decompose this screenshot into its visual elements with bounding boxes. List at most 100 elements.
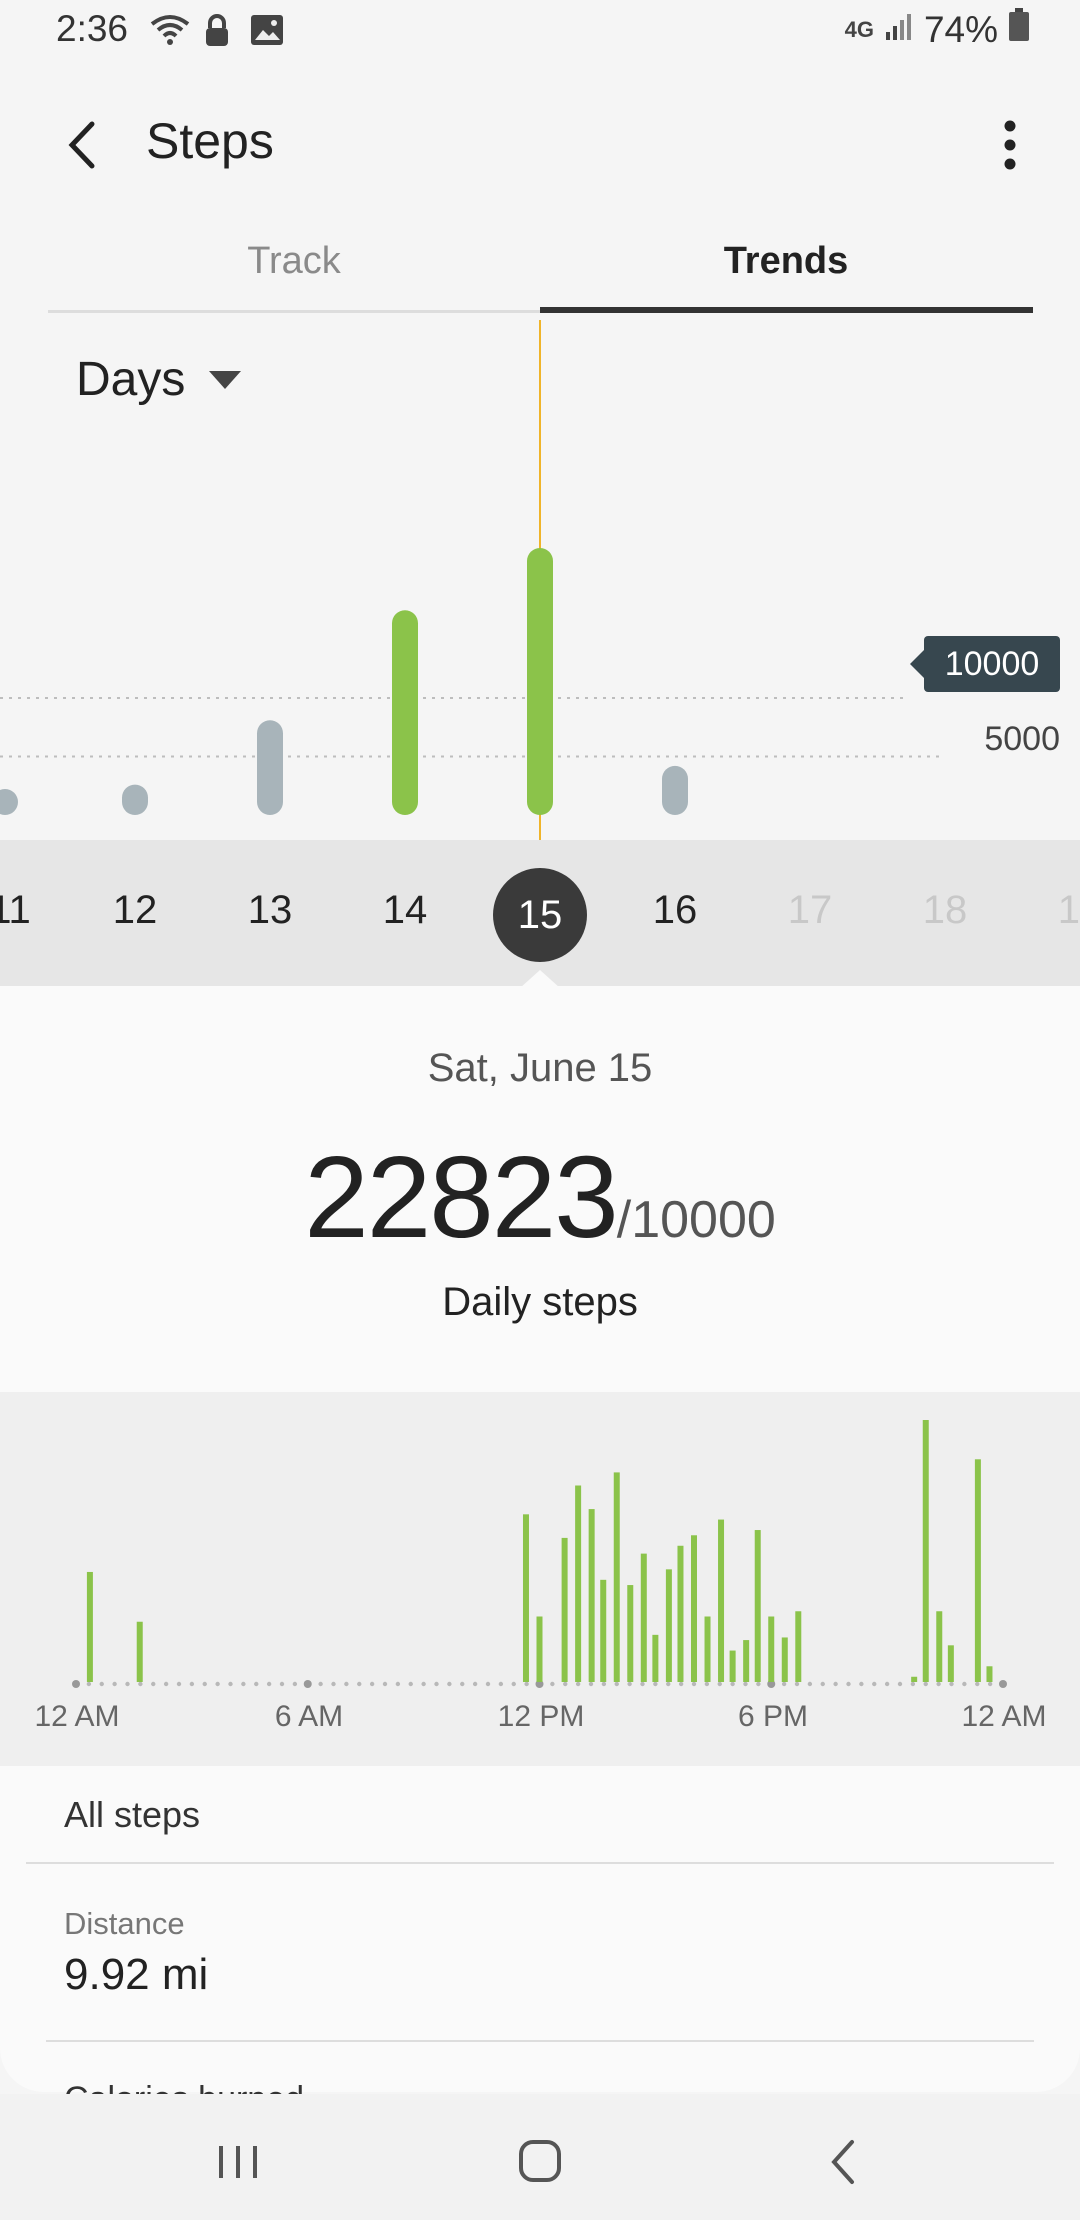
hourly-bar-27 [974, 1459, 981, 1682]
network-type: 4G [844, 16, 874, 42]
tab-trends[interactable]: Trends [540, 240, 1032, 312]
hourly-bar-0 [86, 1571, 93, 1682]
hourly-bar-2 [522, 1514, 529, 1682]
tab-track-label: Track [247, 240, 341, 282]
axis-dot [447, 1681, 452, 1687]
hourly-bar-9 [627, 1585, 634, 1682]
more-options-button[interactable] [980, 110, 1040, 180]
goal-line-label: 10000 [924, 636, 1060, 692]
all-steps-link[interactable]: All steps [64, 1794, 200, 1836]
bar-day-16 [662, 765, 688, 815]
axis-dot [730, 1681, 735, 1687]
period-dropdown-value: Days [76, 353, 186, 406]
axis-dot [601, 1681, 607, 1687]
day-label-14[interactable]: 14 [365, 888, 445, 933]
axis-dot [202, 1681, 207, 1687]
axis-dot [331, 1681, 336, 1687]
axis-dot [704, 1681, 710, 1687]
axis-dot [550, 1681, 555, 1687]
home-icon [519, 2140, 561, 2182]
hourly-bar-25 [936, 1611, 943, 1682]
axis-dot [189, 1681, 195, 1687]
axis-dot [678, 1681, 684, 1687]
hourly-bar-15 [704, 1616, 711, 1682]
axis-dot [151, 1681, 156, 1687]
axis-dot [897, 1681, 903, 1687]
hourly-bar-5 [575, 1485, 582, 1682]
status-right: 4G 74% [845, 8, 1030, 51]
battery-percent: 74% [923, 8, 998, 50]
hourly-bar-8 [613, 1472, 620, 1682]
distance-label: Distance [64, 1906, 185, 1941]
selected-day-indicator[interactable]: 15 [493, 868, 587, 962]
nav-back-button[interactable] [808, 2132, 878, 2192]
axis-dot [833, 1681, 838, 1687]
axis-dot [807, 1681, 813, 1687]
summary-date: Sat, June 15 [427, 1046, 653, 1090]
axis-dot [421, 1681, 426, 1687]
battery-icon [1008, 8, 1030, 51]
day-label-12[interactable]: 12 [95, 888, 175, 933]
page-title: Steps [146, 113, 274, 169]
bar-day-12 [122, 784, 148, 815]
axis-dot [794, 1681, 800, 1687]
day-label-13[interactable]: 13 [230, 888, 310, 933]
axis-dot [975, 1681, 980, 1687]
chevron-left-icon [68, 121, 95, 169]
back-button[interactable] [50, 110, 120, 180]
hourly-bar-11 [652, 1634, 659, 1682]
wifi-icon [150, 14, 190, 51]
bar-day-15 [527, 547, 553, 815]
hourly-bar-10 [640, 1553, 647, 1682]
hourly-bar-1 [136, 1621, 143, 1682]
axis-dot [691, 1681, 697, 1687]
axis-dot [884, 1681, 890, 1687]
home-button[interactable] [505, 2132, 575, 2192]
axis-dot [949, 1681, 954, 1687]
divider [46, 2040, 1034, 2042]
axis-dot [266, 1681, 272, 1687]
axis-dot [962, 1681, 967, 1687]
hourly-bar-6 [588, 1509, 595, 1682]
hour-label-12pm: 12 PM [497, 1700, 585, 1733]
more-vertical-icon [1004, 120, 1016, 170]
hourly-bar-16 [718, 1519, 725, 1682]
axis-dot [254, 1681, 259, 1687]
bar-day-11 [0, 789, 18, 815]
axis-dot [910, 1681, 916, 1687]
recent-apps-button[interactable] [203, 2132, 273, 2192]
day-label-16[interactable]: 16 [635, 888, 715, 933]
tab-track[interactable]: Track [48, 240, 540, 312]
divider [26, 1862, 1054, 1864]
hourly-bar-18 [743, 1640, 750, 1682]
axis-dot [846, 1681, 851, 1687]
axis-dot [563, 1681, 568, 1687]
axis-dot [163, 1681, 169, 1687]
hourly-bar-21 [781, 1637, 788, 1682]
hour-label-6am: 6 AM [274, 1700, 344, 1733]
distance-value: 9.92 mi [64, 1950, 209, 1999]
day-label-19: 19 [1057, 888, 1080, 932]
steps-count: 22823 [304, 1132, 619, 1262]
axis-dot [292, 1681, 298, 1687]
steps-total: 22823/10000 [0, 1130, 1080, 1264]
axis-dot [820, 1681, 825, 1687]
axis-dot [987, 1681, 993, 1687]
bar-day-13 [257, 720, 283, 815]
axis-dot [318, 1681, 323, 1687]
day-label-11[interactable]: 11 [0, 888, 50, 933]
axis-dot [756, 1681, 761, 1687]
tab-divider [48, 310, 540, 313]
lock-icon [204, 14, 230, 53]
axis-dot [357, 1681, 362, 1687]
axis-dot [369, 1681, 375, 1687]
axis-dot [640, 1681, 645, 1687]
hourly-bar-22 [795, 1611, 802, 1682]
hourly-bar-14 [691, 1535, 697, 1682]
axis-dot [781, 1681, 787, 1687]
hourly-bar-7 [600, 1579, 607, 1682]
hourly-bar-26 [947, 1645, 954, 1682]
axis-dot [923, 1681, 928, 1687]
period-dropdown[interactable]: Days [76, 352, 243, 407]
axis-dot [653, 1681, 658, 1687]
